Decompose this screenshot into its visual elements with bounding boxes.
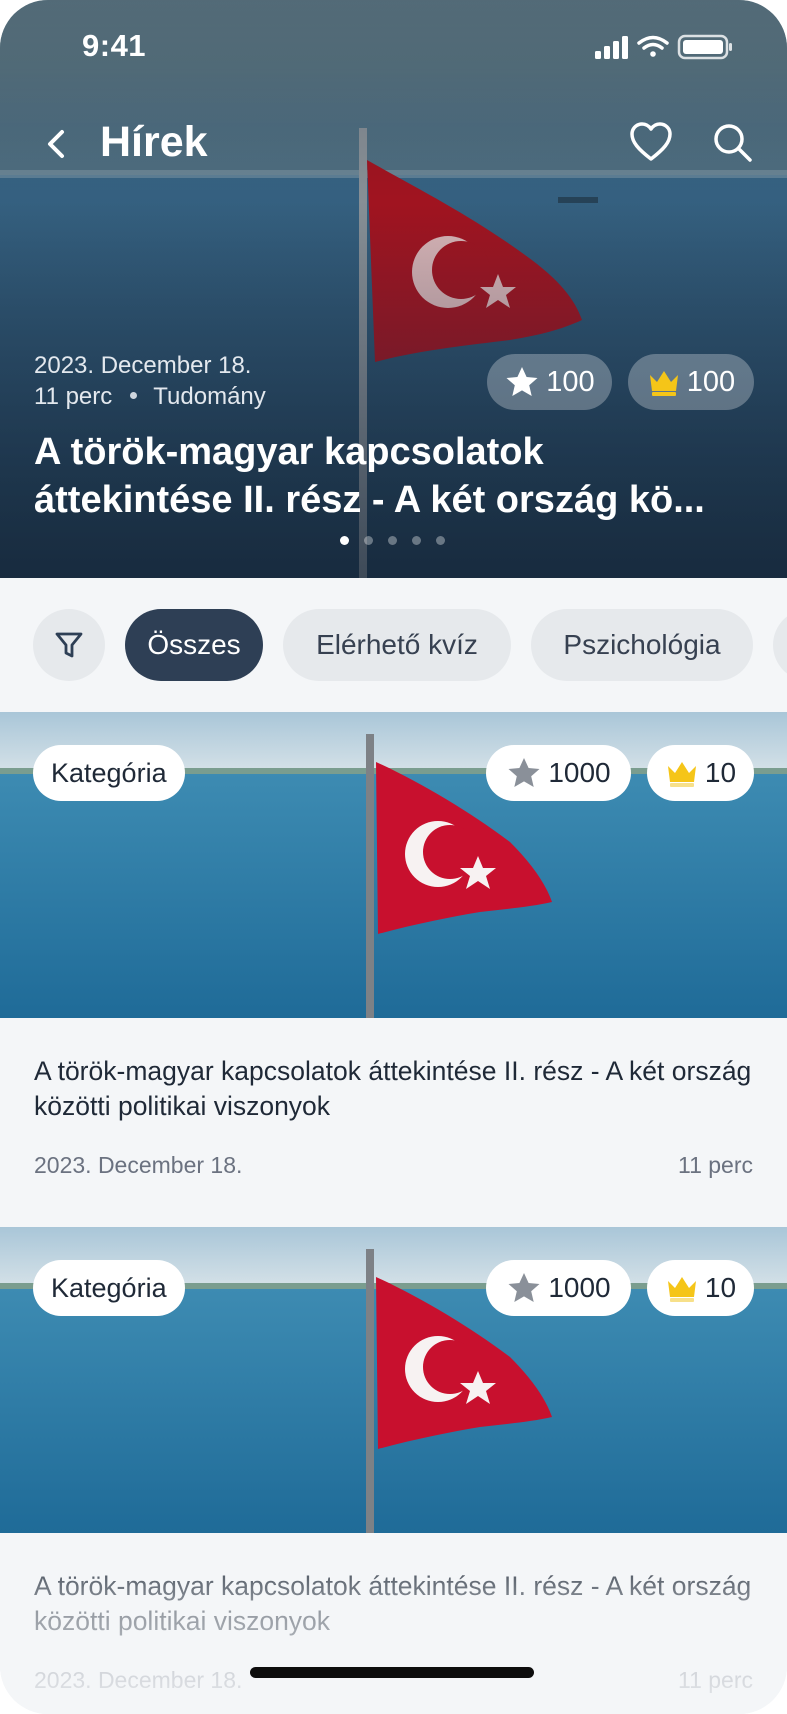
article-title[interactable]: A török-magyar kapcsolatok áttekintése I…: [34, 1569, 754, 1639]
heart-icon: [630, 122, 672, 161]
carousel-pagination[interactable]: [340, 536, 445, 545]
stars-value: 1000: [548, 757, 611, 788]
phone-screen: 9:41 Hírek 2023. December 18. 11 perc Tu…: [0, 0, 787, 1714]
article-image: Kategória 1000 10: [0, 712, 787, 1018]
crowns-badge: 10: [647, 745, 754, 801]
crown-icon: [667, 1277, 696, 1302]
chip-available-quiz[interactable]: Elérhető kvíz: [283, 609, 511, 681]
article-body: A török-magyar kapcsolatok áttekintése I…: [0, 1533, 787, 1714]
status-bar: 9:41: [0, 0, 787, 92]
pagination-dot[interactable]: [364, 536, 373, 545]
star-icon: [506, 367, 538, 396]
hero-stars-badge: 100: [487, 354, 612, 410]
category-tag: Kategória: [33, 1260, 185, 1316]
crowns-badge: 10: [647, 1260, 754, 1316]
category-tag: Kategória: [33, 745, 185, 801]
article-image: Kategória 1000 10: [0, 1227, 787, 1533]
pagination-dot[interactable]: [388, 536, 397, 545]
separator-dot: [130, 392, 138, 400]
favorites-button[interactable]: [628, 120, 674, 166]
filter-bar: Összes Elérhető kvíz Pszichológia: [0, 578, 787, 712]
wifi-icon: [637, 35, 669, 57]
pagination-dot[interactable]: [340, 536, 349, 545]
pagination-dot[interactable]: [436, 536, 445, 545]
hero-crowns-value: 100: [686, 365, 736, 398]
star-icon: [508, 758, 540, 787]
filter-button[interactable]: [33, 609, 105, 681]
stars-badge: 1000: [486, 1260, 631, 1316]
article-title[interactable]: A török-magyar kapcsolatok áttekintése I…: [34, 1054, 754, 1124]
article-card[interactable]: Kategória 1000 10 A török-magyar kapcsol…: [0, 712, 787, 1224]
stars-value: 1000: [548, 1272, 611, 1303]
signal-icon: [595, 36, 628, 59]
home-indicator[interactable]: [250, 1667, 534, 1678]
status-icons: [595, 34, 732, 60]
crowns-value: 10: [704, 1272, 737, 1303]
chip-more[interactable]: [773, 609, 787, 681]
hero-title-line-1: A török-magyar kapcsolatok: [34, 431, 544, 473]
hero-meta: 11 perc Tudomány: [34, 383, 266, 411]
chip-all[interactable]: Összes: [125, 609, 263, 681]
article-date: 2023. December 18.: [34, 1667, 243, 1693]
article-body: A török-magyar kapcsolatok áttekintése I…: [0, 1018, 787, 1224]
status-time: 9:41: [82, 28, 147, 63]
search-button[interactable]: [710, 120, 756, 166]
nav-bar: Hírek: [0, 110, 787, 180]
crowns-value: 10: [704, 757, 737, 788]
chevron-left-icon: [48, 130, 64, 158]
crown-icon: [667, 762, 696, 787]
hero-title[interactable]: A török-magyar kapcsolatok áttekintése I…: [34, 428, 764, 524]
hero-banner[interactable]: 9:41 Hírek 2023. December 18. 11 perc Tu…: [0, 0, 787, 578]
star-icon: [508, 1273, 540, 1302]
pagination-dot[interactable]: [412, 536, 421, 545]
hero-category: Tudomány: [153, 383, 266, 410]
article-read-time: 11 perc: [677, 1152, 753, 1178]
hero-title-line-2: áttekintése II. rész - A két ország kö..…: [34, 479, 705, 521]
crown-icon: [649, 371, 678, 396]
hero-stars-value: 100: [546, 365, 595, 398]
article-read-time: 11 perc: [677, 1667, 753, 1693]
back-button[interactable]: [38, 122, 78, 166]
hero-read-time: 11 perc: [34, 383, 113, 410]
stars-badge: 1000: [486, 745, 631, 801]
chip-psychology[interactable]: Pszichológia: [531, 609, 753, 681]
article-card[interactable]: Kategória 1000 10 A török-magyar kapcsol…: [0, 1227, 787, 1714]
battery-icon: [677, 34, 732, 60]
hero-date: 2023. December 18.: [34, 352, 252, 379]
funnel-icon: [55, 632, 83, 658]
hero-crowns-badge: 100: [628, 354, 754, 410]
page-title: Hírek: [100, 118, 208, 166]
article-date: 2023. December 18.: [34, 1152, 243, 1178]
search-icon: [714, 124, 752, 162]
